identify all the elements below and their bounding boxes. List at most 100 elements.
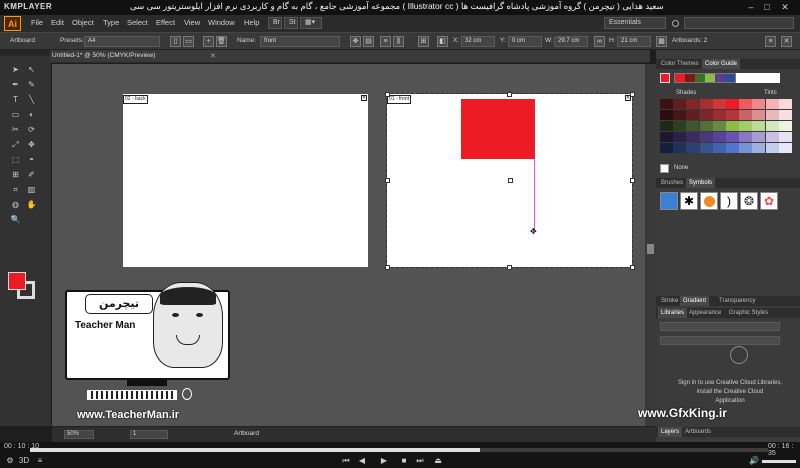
color-swatch[interactable]	[778, 121, 792, 131]
settings-icon[interactable]: ⚙	[4, 455, 16, 466]
search-icon[interactable]	[672, 20, 679, 27]
harmony-swatch[interactable]	[685, 74, 695, 82]
resize-handle[interactable]	[630, 92, 635, 97]
close-icon[interactable]: ✕	[780, 2, 790, 12]
tab-gradient[interactable]: Gradient	[680, 296, 710, 306]
artboard-name-field[interactable]: front	[260, 36, 340, 47]
x-field[interactable]: 32 cm	[461, 36, 495, 47]
artboard-close-icon[interactable]: ✕	[361, 95, 367, 101]
new-artboard-icon[interactable]: +	[203, 36, 214, 47]
minimize-icon[interactable]: –	[746, 2, 756, 12]
symbol-splat[interactable]: ✱	[680, 192, 698, 210]
fill-swatch[interactable]	[8, 272, 26, 290]
panel-menu-icon[interactable]: ≡	[765, 36, 776, 47]
color-swatch[interactable]	[660, 132, 673, 142]
color-swatch[interactable]	[739, 143, 753, 153]
resize-handle[interactable]	[630, 265, 635, 270]
distribute-icon[interactable]: ⫼	[393, 36, 404, 47]
preset-dropdown[interactable]: A4	[84, 36, 160, 47]
base-color-swatch[interactable]	[660, 73, 670, 83]
color-swatch[interactable]	[699, 132, 713, 142]
symbol-blue-bar[interactable]	[660, 192, 678, 210]
tab-stroke[interactable]: Stroke	[658, 296, 681, 306]
h-field[interactable]: 21 cm	[617, 36, 651, 47]
tab-transparency[interactable]: Transparency	[716, 296, 758, 306]
color-swatch[interactable]	[686, 99, 700, 109]
color-swatch[interactable]	[752, 132, 766, 142]
color-swatch[interactable]	[660, 99, 673, 109]
play-icon[interactable]: ▶	[378, 455, 390, 466]
symbol-flower[interactable]: ❂	[740, 192, 758, 210]
symbol-orange-dot[interactable]	[700, 192, 718, 210]
color-swatch[interactable]	[686, 121, 700, 131]
workspace-switcher[interactable]: Essentials	[604, 17, 666, 29]
resize-handle[interactable]	[507, 92, 512, 97]
document-tab[interactable]: Untitled-1* @ 50% (CMYK/Preview) ✕	[50, 50, 650, 63]
color-swatch[interactable]	[739, 121, 753, 131]
menu-edit[interactable]: Edit	[51, 18, 64, 27]
resize-handle[interactable]	[630, 178, 635, 183]
color-swatch[interactable]	[699, 143, 713, 153]
resize-handle[interactable]	[385, 265, 390, 270]
resize-handle[interactable]	[385, 178, 390, 183]
align-icon[interactable]: ≡	[380, 36, 391, 47]
menu-file[interactable]: File	[31, 18, 43, 27]
stop-icon[interactable]: ■	[398, 455, 410, 466]
color-swatch[interactable]	[673, 99, 687, 109]
tool-icon[interactable]: ◍	[10, 199, 21, 210]
color-swatch[interactable]	[660, 121, 673, 131]
vertical-scrollbar[interactable]	[645, 64, 656, 426]
color-swatch[interactable]	[660, 143, 673, 153]
harmony-swatch[interactable]	[675, 74, 685, 82]
zoom-field[interactable]: 50%	[64, 430, 94, 439]
menu-window[interactable]: Window	[208, 18, 235, 27]
next-icon[interactable]: ⏭	[414, 455, 426, 466]
volume-slider[interactable]	[762, 460, 796, 463]
color-swatch[interactable]	[739, 99, 753, 109]
menu-select[interactable]: Select	[127, 18, 148, 27]
tool-icon[interactable]: ▥	[26, 184, 37, 195]
symbol-daisy[interactable]: ✿	[760, 192, 778, 210]
color-swatch[interactable]	[712, 132, 726, 142]
color-swatch[interactable]	[712, 121, 726, 131]
tool-icon[interactable]: 🔍	[10, 214, 21, 225]
color-swatch[interactable]	[712, 99, 726, 109]
color-swatch[interactable]	[699, 99, 713, 109]
tool-icon[interactable]: ⊞	[10, 169, 21, 180]
tab-artboards[interactable]: Artboards	[682, 427, 714, 437]
harmony-swatch[interactable]	[725, 74, 735, 82]
resize-handle[interactable]	[507, 265, 512, 270]
tab-color-guide[interactable]: Color Guide	[702, 59, 741, 69]
arrange-documents-icon[interactable]: ▦▾	[300, 17, 322, 29]
portrait-icon[interactable]: ▯	[170, 36, 181, 47]
tool-icon[interactable]: ⤢	[10, 139, 21, 150]
color-guide-swatches[interactable]	[660, 99, 792, 154]
color-swatch[interactable]	[699, 121, 713, 131]
resize-handle[interactable]	[385, 92, 390, 97]
color-swatch[interactable]	[712, 110, 726, 120]
tool-icon[interactable]: ✥	[26, 139, 37, 150]
tool-icon[interactable]: ◓	[26, 154, 37, 165]
color-swatch[interactable]	[699, 110, 713, 120]
selected-path[interactable]	[534, 159, 535, 231]
menu-help[interactable]: Help	[244, 18, 259, 27]
harmony-swatch[interactable]	[705, 74, 715, 82]
tool-icon[interactable]: ✐	[26, 169, 37, 180]
color-swatch[interactable]	[686, 132, 700, 142]
tool-icon[interactable]: ▭	[10, 109, 21, 120]
scroll-thumb[interactable]	[647, 244, 654, 254]
tab-symbols[interactable]: Symbols	[686, 178, 716, 188]
color-swatch[interactable]	[726, 99, 739, 109]
tool-icon[interactable]: ⬚	[10, 154, 21, 165]
color-swatch[interactable]	[739, 132, 753, 142]
tool-icon[interactable]: ╲	[26, 94, 37, 105]
color-swatch[interactable]	[752, 121, 766, 131]
exit-artboard-icon[interactable]: ✕	[781, 36, 792, 47]
tab-libraries[interactable]: Libraries	[658, 308, 688, 318]
tool-icon[interactable]: ✂	[10, 124, 21, 135]
menu-object[interactable]: Object	[72, 18, 94, 27]
tab-color-themes[interactable]: Color Themes	[658, 59, 702, 69]
resize-handle[interactable]	[508, 178, 513, 183]
tool-icon[interactable]: ✎	[26, 79, 37, 90]
color-swatch[interactable]	[726, 121, 739, 131]
